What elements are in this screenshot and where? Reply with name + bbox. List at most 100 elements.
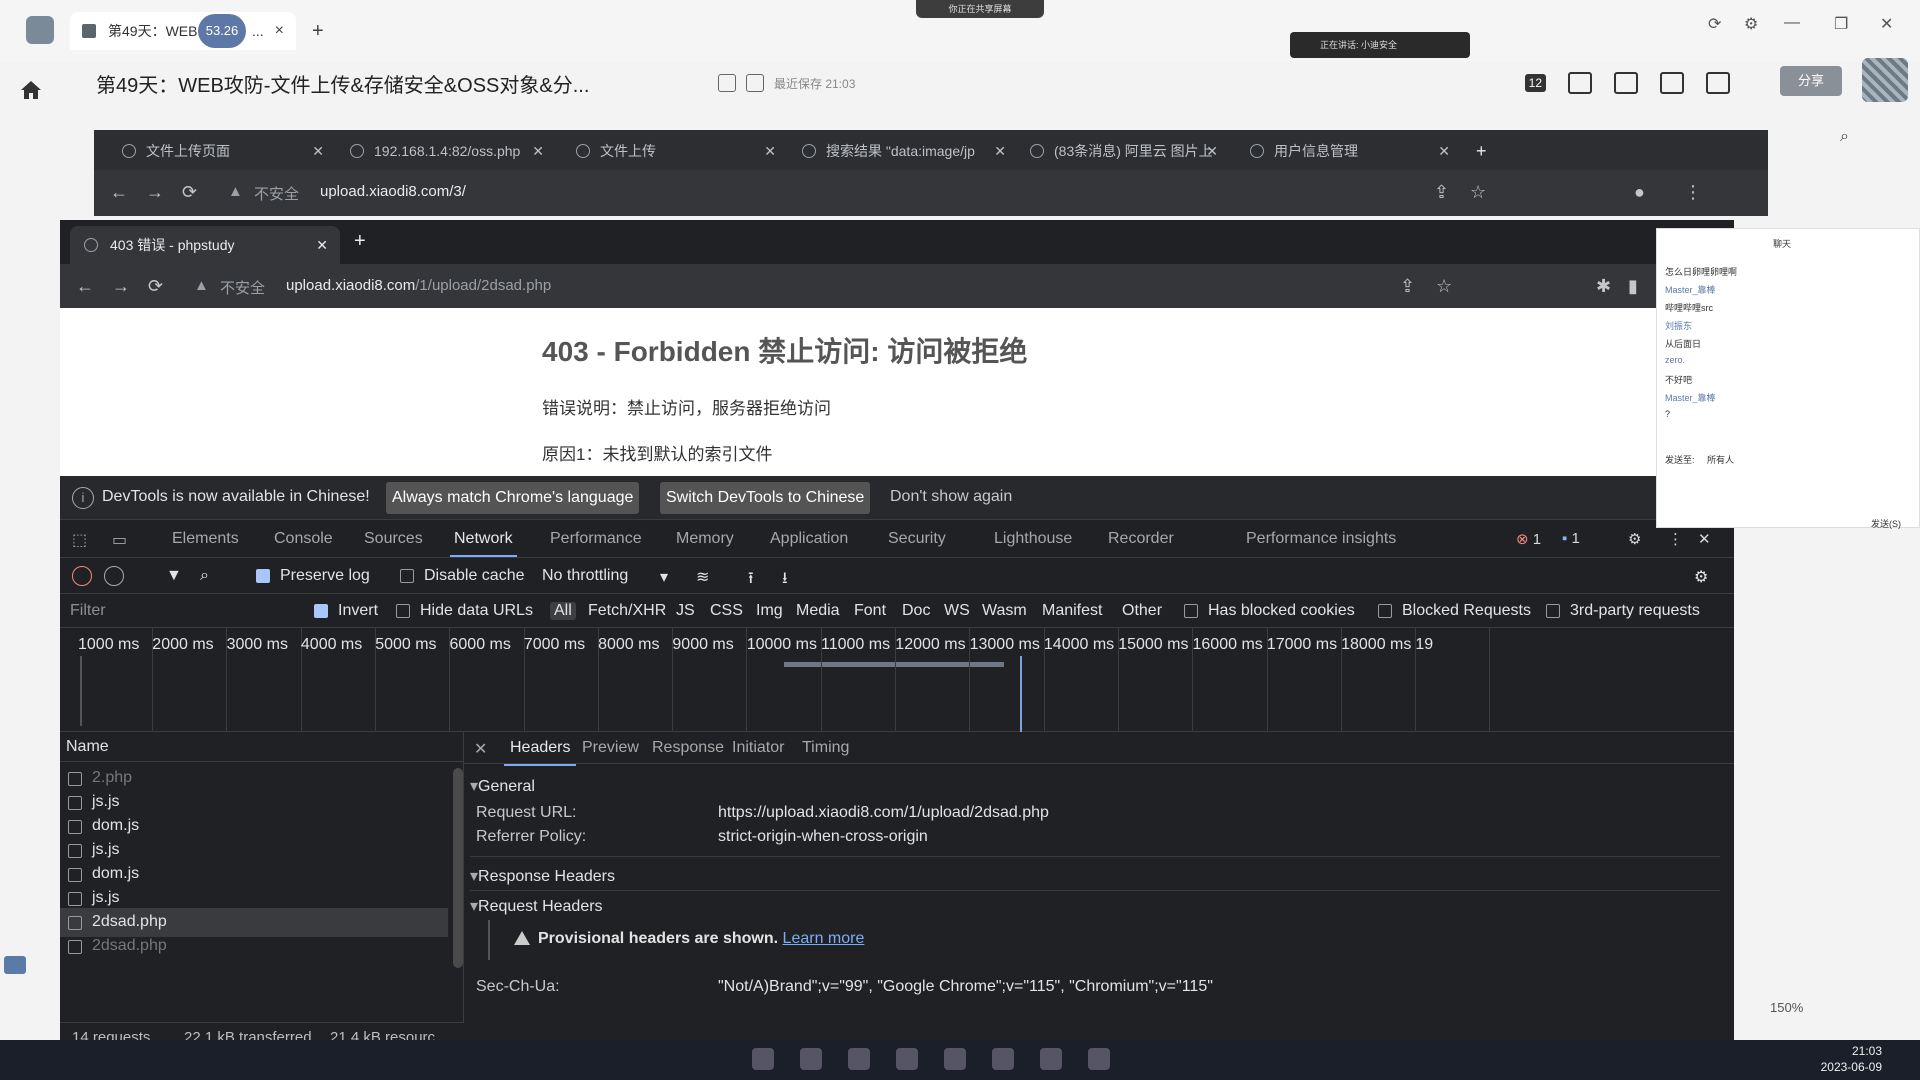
new-tab-icon[interactable]: + bbox=[312, 20, 324, 43]
network-conditions-icon[interactable]: ≋ bbox=[696, 567, 709, 587]
outline-icon[interactable] bbox=[4, 956, 26, 974]
device-toolbar-icon[interactable]: ▭ bbox=[112, 530, 127, 550]
inspect-icon[interactable]: ⬚ bbox=[72, 530, 87, 550]
refresh-icon[interactable]: ⟳ bbox=[1708, 14, 1721, 34]
reload-icon[interactable]: ⟳ bbox=[148, 276, 163, 297]
search-icon[interactable]: ⌕ bbox=[1840, 128, 1849, 146]
tab-preview[interactable]: Preview bbox=[582, 739, 639, 757]
type-ws[interactable]: WS bbox=[944, 602, 970, 620]
back-arrow-icon[interactable]: ← bbox=[110, 182, 128, 203]
type-js[interactable]: JS bbox=[676, 602, 695, 620]
preserve-log-checkbox[interactable] bbox=[256, 569, 270, 583]
taskbar-app-icon[interactable] bbox=[992, 1048, 1014, 1070]
type-css[interactable]: CSS bbox=[710, 602, 743, 620]
blocked-requests-checkbox[interactable] bbox=[1378, 604, 1392, 618]
back-tab-1[interactable]: 文件上传页面 ✕ bbox=[116, 136, 324, 166]
learn-more-link[interactable]: Learn more bbox=[783, 930, 865, 947]
tab-performance[interactable]: Performance bbox=[550, 530, 642, 548]
close-tab-icon[interactable]: ✕ bbox=[532, 136, 544, 166]
clock[interactable]: 21:03 2023-06-09 bbox=[1821, 1043, 1882, 1075]
taskbar-app-icon[interactable] bbox=[944, 1048, 966, 1070]
back-arrow-icon[interactable]: ← bbox=[76, 276, 94, 297]
back-tab-2[interactable]: 192.168.1.4:82/oss.php ✕ bbox=[344, 136, 544, 166]
close-tab-icon[interactable]: × bbox=[275, 12, 284, 50]
bookmark-star-icon[interactable]: ☆ bbox=[1470, 182, 1486, 203]
zoom-level[interactable]: 150% bbox=[1770, 1000, 1803, 1015]
url-field[interactable]: upload.xiaodi8.com/3/ bbox=[320, 183, 466, 200]
type-media[interactable]: Media bbox=[796, 602, 840, 620]
star-icon[interactable] bbox=[718, 74, 736, 92]
avatar[interactable] bbox=[1862, 58, 1908, 102]
tab-recorder[interactable]: Recorder bbox=[1108, 530, 1174, 548]
record-icon[interactable] bbox=[72, 566, 92, 586]
taskbar-app-icon[interactable] bbox=[896, 1048, 918, 1070]
taskbar-app-icon[interactable] bbox=[1088, 1048, 1110, 1070]
tab-application[interactable]: Application bbox=[770, 530, 848, 548]
new-tab-icon[interactable]: + bbox=[1476, 136, 1487, 166]
folder-icon[interactable] bbox=[746, 74, 764, 92]
tab-network[interactable]: Network bbox=[450, 530, 517, 557]
reload-icon[interactable]: ⟳ bbox=[182, 182, 197, 203]
forward-arrow-icon[interactable]: → bbox=[146, 182, 164, 203]
tab-console[interactable]: Console bbox=[274, 530, 333, 548]
response-headers-section[interactable]: Response Headers bbox=[470, 866, 615, 886]
tab-initiator[interactable]: Initiator bbox=[732, 739, 784, 757]
blocked-cookies-checkbox[interactable] bbox=[1184, 604, 1198, 618]
send-button[interactable]: 发送(S) bbox=[1871, 517, 1901, 530]
close-details-icon[interactable]: ✕ bbox=[474, 739, 487, 759]
new-tab-icon[interactable]: + bbox=[354, 230, 366, 253]
name-column-header[interactable]: Name bbox=[60, 732, 463, 762]
share-icon[interactable]: ⇪ bbox=[1400, 276, 1415, 297]
close-tab-icon[interactable]: ✕ bbox=[764, 136, 776, 166]
forward-arrow-icon[interactable]: → bbox=[112, 276, 130, 297]
warning-icon[interactable]: ▲ bbox=[228, 183, 243, 200]
settings-gear-icon[interactable]: ⚙ bbox=[1628, 530, 1641, 548]
settings-icon[interactable]: ⚙ bbox=[1744, 14, 1758, 34]
request-headers-section[interactable]: Request Headers bbox=[470, 896, 603, 916]
close-tab-icon[interactable]: ✕ bbox=[1206, 136, 1218, 166]
error-count[interactable]: ⊗ 1 bbox=[1516, 530, 1541, 548]
third-party-checkbox[interactable] bbox=[1546, 604, 1560, 618]
taskbar-app-icon[interactable] bbox=[800, 1048, 822, 1070]
type-other[interactable]: Other bbox=[1122, 602, 1162, 620]
type-font[interactable]: Font bbox=[854, 602, 886, 620]
tab-403-error[interactable]: 403 错误 - phpstudy ✕ bbox=[70, 226, 340, 264]
collaborator-icon[interactable] bbox=[1706, 72, 1730, 94]
filter-icon[interactable]: ▼ bbox=[166, 567, 182, 585]
taskbar-app-icon[interactable] bbox=[848, 1048, 870, 1070]
request-list-scrollbar[interactable] bbox=[453, 768, 463, 968]
screen-share-indicator[interactable]: 你正在共享屏幕 bbox=[916, 0, 1044, 18]
clear-icon[interactable] bbox=[104, 566, 124, 586]
type-fetch-xhr[interactable]: Fetch/XHR bbox=[588, 602, 666, 620]
security-label[interactable]: 不安全 bbox=[220, 277, 265, 298]
type-img[interactable]: Img bbox=[756, 602, 783, 620]
network-overview-timeline[interactable]: 1000 ms 2000 ms 3000 ms 4000 ms 5000 ms 6000 … bbox=[60, 628, 1734, 732]
close-tab-icon[interactable]: ✕ bbox=[994, 136, 1006, 166]
back-tab-6[interactable]: 用户信息管理 ✕ bbox=[1244, 136, 1450, 166]
back-tab-3[interactable]: 文件上传 ✕ bbox=[570, 136, 776, 166]
tab-sources[interactable]: Sources bbox=[364, 530, 423, 548]
tab-response[interactable]: Response bbox=[652, 739, 724, 757]
type-all[interactable]: All bbox=[550, 602, 576, 620]
close-devtools-icon[interactable]: ✕ bbox=[1698, 530, 1711, 548]
back-tab-5[interactable]: (83条消息) 阿里云 图片上 ✕ bbox=[1024, 136, 1218, 166]
type-doc[interactable]: Doc bbox=[902, 602, 930, 620]
dont-show-again-link[interactable]: Don't show again bbox=[890, 488, 1012, 506]
tab-memory[interactable]: Memory bbox=[676, 530, 734, 548]
share-icon[interactable]: ⇪ bbox=[1434, 182, 1449, 203]
share-button[interactable]: 分享 bbox=[1780, 66, 1842, 96]
taskbar-app-icon[interactable] bbox=[752, 1048, 774, 1070]
tab-timing[interactable]: Timing bbox=[802, 739, 849, 757]
general-section[interactable]: General bbox=[470, 776, 535, 796]
security-label[interactable]: 不安全 bbox=[254, 183, 299, 204]
search-icon[interactable]: ⌕ bbox=[200, 567, 209, 585]
minimize-icon[interactable]: — bbox=[1784, 14, 1800, 32]
close-tab-icon[interactable]: ✕ bbox=[1438, 136, 1450, 166]
present-icon[interactable] bbox=[1660, 72, 1684, 94]
warning-icon[interactable]: ▲ bbox=[194, 277, 209, 294]
tab-elements[interactable]: Elements bbox=[172, 530, 239, 548]
filter-input[interactable]: Filter bbox=[70, 602, 106, 620]
invert-checkbox[interactable] bbox=[314, 604, 328, 618]
import-har-icon[interactable]: ⭱ bbox=[748, 567, 754, 594]
throttling-select[interactable]: No throttling bbox=[542, 567, 628, 585]
